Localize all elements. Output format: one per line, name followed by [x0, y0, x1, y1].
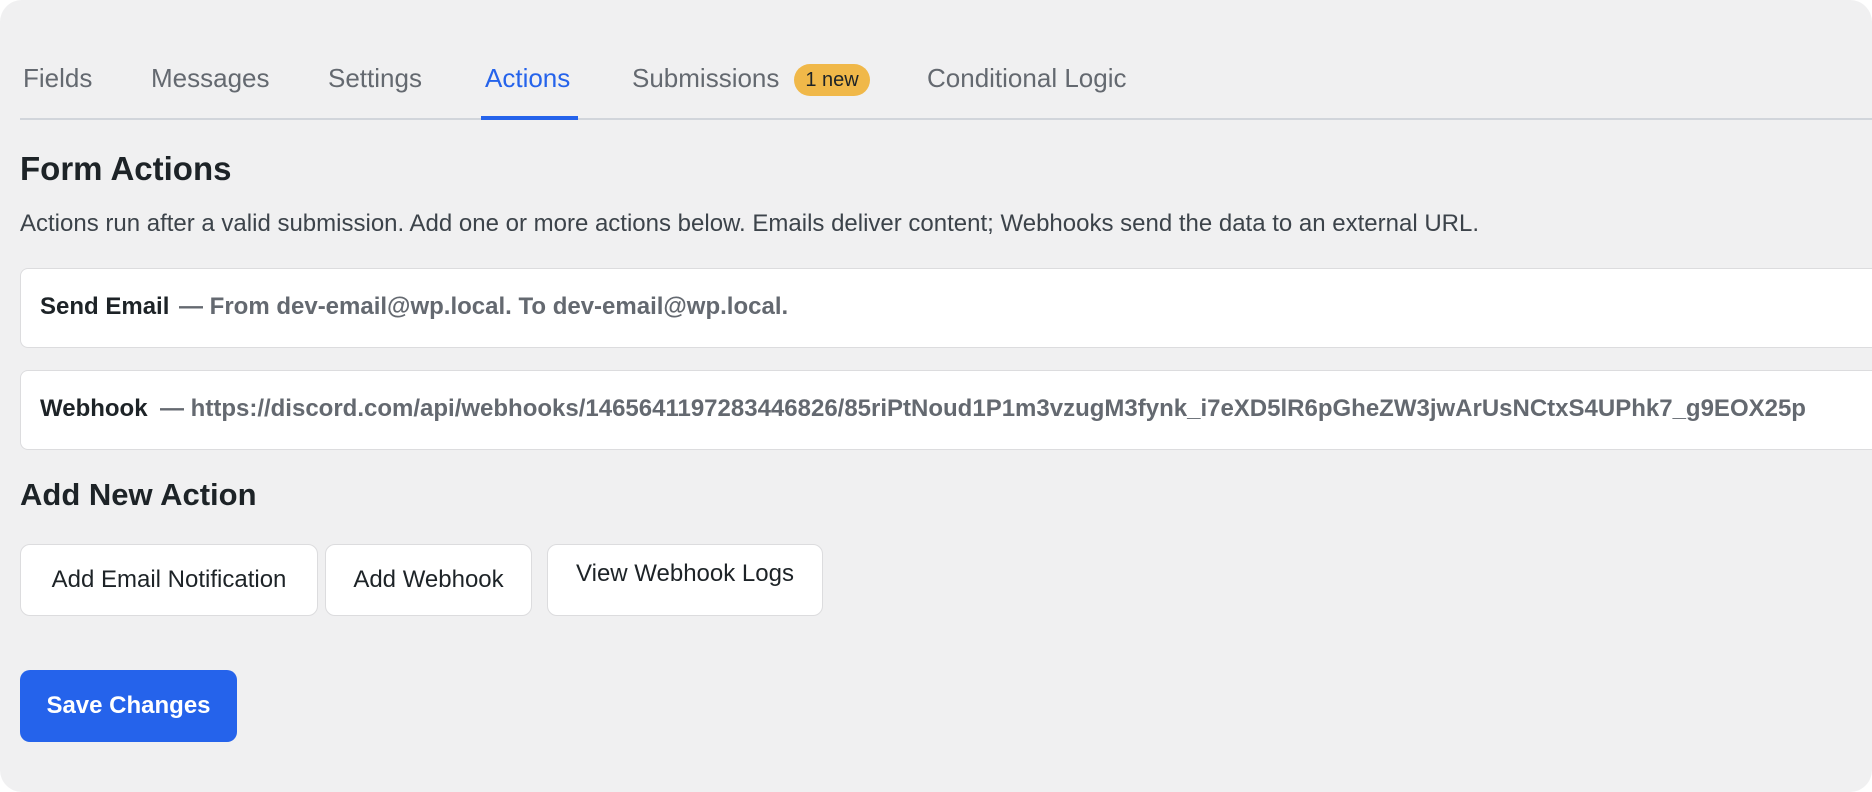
add-email-notification-button[interactable]: Add Email Notification [20, 544, 318, 616]
tab-conditional-logic[interactable]: Conditional Logic [927, 62, 1126, 94]
submissions-new-badge: 1 new [794, 64, 870, 96]
action-detail: — From dev-email@wp.local. To dev-email@… [179, 293, 789, 320]
tab-settings[interactable]: Settings [328, 62, 422, 94]
action-type-label: Webhook [40, 395, 148, 422]
form-editor-panel: Fields Messages Settings Actions Submiss… [0, 0, 1872, 792]
action-row-send-email[interactable]: Send Email — From dev-email@wp.local. To… [20, 268, 1872, 348]
add-action-heading: Add New Action [20, 477, 257, 512]
action-row-webhook[interactable]: Webhook — https://discord.com/api/webhoo… [20, 370, 1872, 450]
add-webhook-button[interactable]: Add Webhook [325, 544, 532, 616]
tab-bar: Fields Messages Settings Actions Submiss… [20, 0, 1872, 120]
save-changes-button[interactable]: Save Changes [20, 670, 237, 742]
tab-submissions[interactable]: Submissions [632, 62, 779, 94]
tab-fields[interactable]: Fields [23, 62, 92, 94]
action-type-label: Send Email [40, 293, 170, 320]
tab-messages[interactable]: Messages [151, 62, 270, 94]
active-tab-indicator [481, 116, 578, 120]
tab-actions[interactable]: Actions [485, 62, 570, 94]
action-detail: — https://discord.com/api/webhooks/14656… [160, 395, 1806, 422]
page-title: Form Actions [20, 150, 232, 187]
page-description: Actions run after a valid submission. Ad… [20, 210, 1480, 237]
view-webhook-logs-button[interactable]: View Webhook Logs [547, 544, 823, 616]
